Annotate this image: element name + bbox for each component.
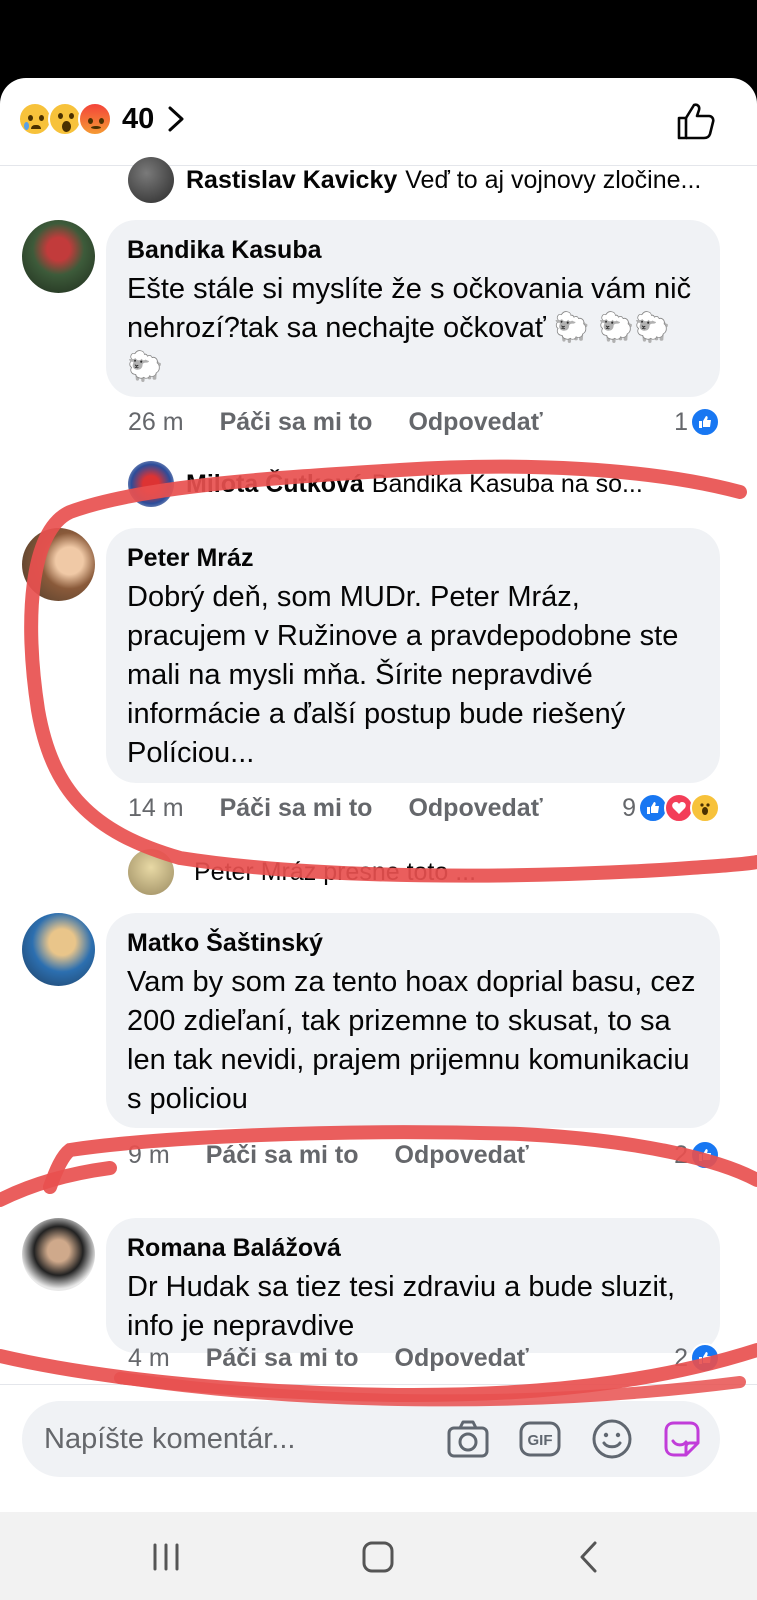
- comment-bubble: Peter Mráz Dobrý deň, som MUDr. Peter Mr…: [106, 528, 720, 783]
- comment-bubble: Romana Balážová Dr Hudak sa tiez tesi zd…: [106, 1218, 720, 1353]
- reaction-count: 9: [622, 793, 636, 822]
- reply-preview[interactable]: Peter Mráz presne toto ...: [128, 849, 718, 895]
- reply-button[interactable]: Odpovedať: [408, 408, 542, 437]
- reply-snippet: Peter Mráz presne toto ...: [194, 857, 477, 886]
- comment-text: Vam by som za tento hoax doprial basu, c…: [127, 966, 696, 1115]
- svg-text:GIF: GIF: [528, 1432, 553, 1449]
- comment-bubble: Matko Šaštinský Vam by som za tento hoax…: [106, 913, 720, 1128]
- comment-bubble: Bandika Kasuba Ešte stále si myslíte že …: [106, 220, 720, 397]
- reaction-summary[interactable]: 1: [674, 407, 720, 437]
- reply-snippet: Veď to aj vojnovy zločine...: [405, 165, 702, 194]
- reaction-summary[interactable]: 2: [674, 1140, 720, 1170]
- comment-actions: 4 m Páči sa mi to Odpovedať 2: [128, 1340, 720, 1376]
- emoji-icon[interactable]: [590, 1417, 634, 1461]
- recent-apps-icon[interactable]: [146, 1537, 186, 1577]
- avatar: [128, 461, 174, 507]
- angry-emoji-icon: [78, 102, 112, 136]
- reaction-count: 40: [122, 102, 155, 135]
- avatar[interactable]: [22, 528, 95, 601]
- like-button[interactable]: Páči sa mi to: [220, 408, 373, 437]
- comments-sheet: 40 Rastislav Kavicky Veď to aj vojnovy z…: [0, 78, 757, 1512]
- gif-icon[interactable]: GIF: [518, 1417, 562, 1461]
- sad-emoji-icon: [18, 102, 52, 136]
- wow-emoji-icon: [48, 102, 82, 136]
- like-button[interactable]: Páči sa mi to: [206, 1344, 359, 1373]
- comment-actions: 26 m Páči sa mi to Odpovedať 1: [128, 404, 720, 440]
- reply-author: Milota Čutková: [186, 469, 364, 498]
- comment-text: Dobrý deň, som MUDr. Peter Mráz, pracuje…: [127, 581, 679, 769]
- status-bar: [0, 0, 757, 78]
- reactions-summary[interactable]: 40: [18, 102, 184, 136]
- reply-button[interactable]: Odpovedať: [395, 1344, 529, 1373]
- avatar: [128, 849, 174, 895]
- comment-text: Ešte stále si myslíte že s očkovania vám…: [127, 273, 692, 383]
- avatar[interactable]: [22, 1218, 95, 1291]
- back-icon[interactable]: [570, 1537, 610, 1577]
- reaction-summary[interactable]: 9: [622, 793, 720, 823]
- like-button[interactable]: Páči sa mi to: [206, 1141, 359, 1170]
- chevron-right-icon: [168, 106, 184, 132]
- reaction-count: 1: [674, 407, 688, 436]
- reply-snippet: Bandika Kasuba na so...: [371, 469, 643, 498]
- like-button[interactable]: Páči sa mi to: [220, 794, 373, 823]
- comment-actions: 9 m Páči sa mi to Odpovedať 2: [128, 1137, 720, 1173]
- comment-time: 14 m: [128, 793, 184, 822]
- thumbs-up-outline-icon[interactable]: [675, 100, 717, 142]
- comment-author[interactable]: Bandika Kasuba: [127, 234, 700, 266]
- comment-composer-bar: GIF: [0, 1384, 757, 1512]
- comment-author[interactable]: Matko Šaštinský: [127, 927, 700, 959]
- reply-button[interactable]: Odpovedať: [408, 794, 542, 823]
- reply-preview[interactable]: Rastislav Kavicky Veď to aj vojnovy zloč…: [128, 157, 718, 203]
- home-icon[interactable]: [358, 1537, 398, 1577]
- reaction-count: 2: [674, 1140, 688, 1169]
- reply-button[interactable]: Odpovedať: [395, 1141, 529, 1170]
- avatar: [128, 157, 174, 203]
- reply-author: Rastislav Kavicky: [186, 165, 398, 194]
- comment-author[interactable]: Romana Balážová: [127, 1232, 700, 1264]
- reaction-summary[interactable]: 2: [674, 1343, 720, 1373]
- reactions-header: 40: [0, 78, 757, 166]
- camera-icon[interactable]: [446, 1417, 490, 1461]
- avatar[interactable]: [22, 220, 95, 293]
- like-reaction-icon: [690, 1140, 720, 1170]
- comment-time: 9 m: [128, 1140, 170, 1169]
- comment-time: 4 m: [128, 1343, 170, 1372]
- like-reaction-icon: [690, 1343, 720, 1373]
- reply-preview[interactable]: Milota Čutková Bandika Kasuba na so...: [128, 461, 718, 507]
- comment-time: 26 m: [128, 407, 184, 436]
- sticker-icon[interactable]: [660, 1417, 704, 1461]
- avatar[interactable]: [22, 913, 95, 986]
- like-reaction-icon: [690, 407, 720, 437]
- wow-reaction-icon: [690, 793, 720, 823]
- system-navigation-bar: [0, 1512, 757, 1600]
- comment-composer: GIF: [22, 1401, 720, 1477]
- comment-actions: 14 m Páči sa mi to Odpovedať 9: [128, 790, 720, 826]
- reaction-count: 2: [674, 1343, 688, 1372]
- comment-input[interactable]: [44, 1417, 424, 1461]
- comment-author[interactable]: Peter Mráz: [127, 542, 700, 574]
- comment-text: Dr Hudak sa tiez tesi zdraviu a bude slu…: [127, 1271, 676, 1342]
